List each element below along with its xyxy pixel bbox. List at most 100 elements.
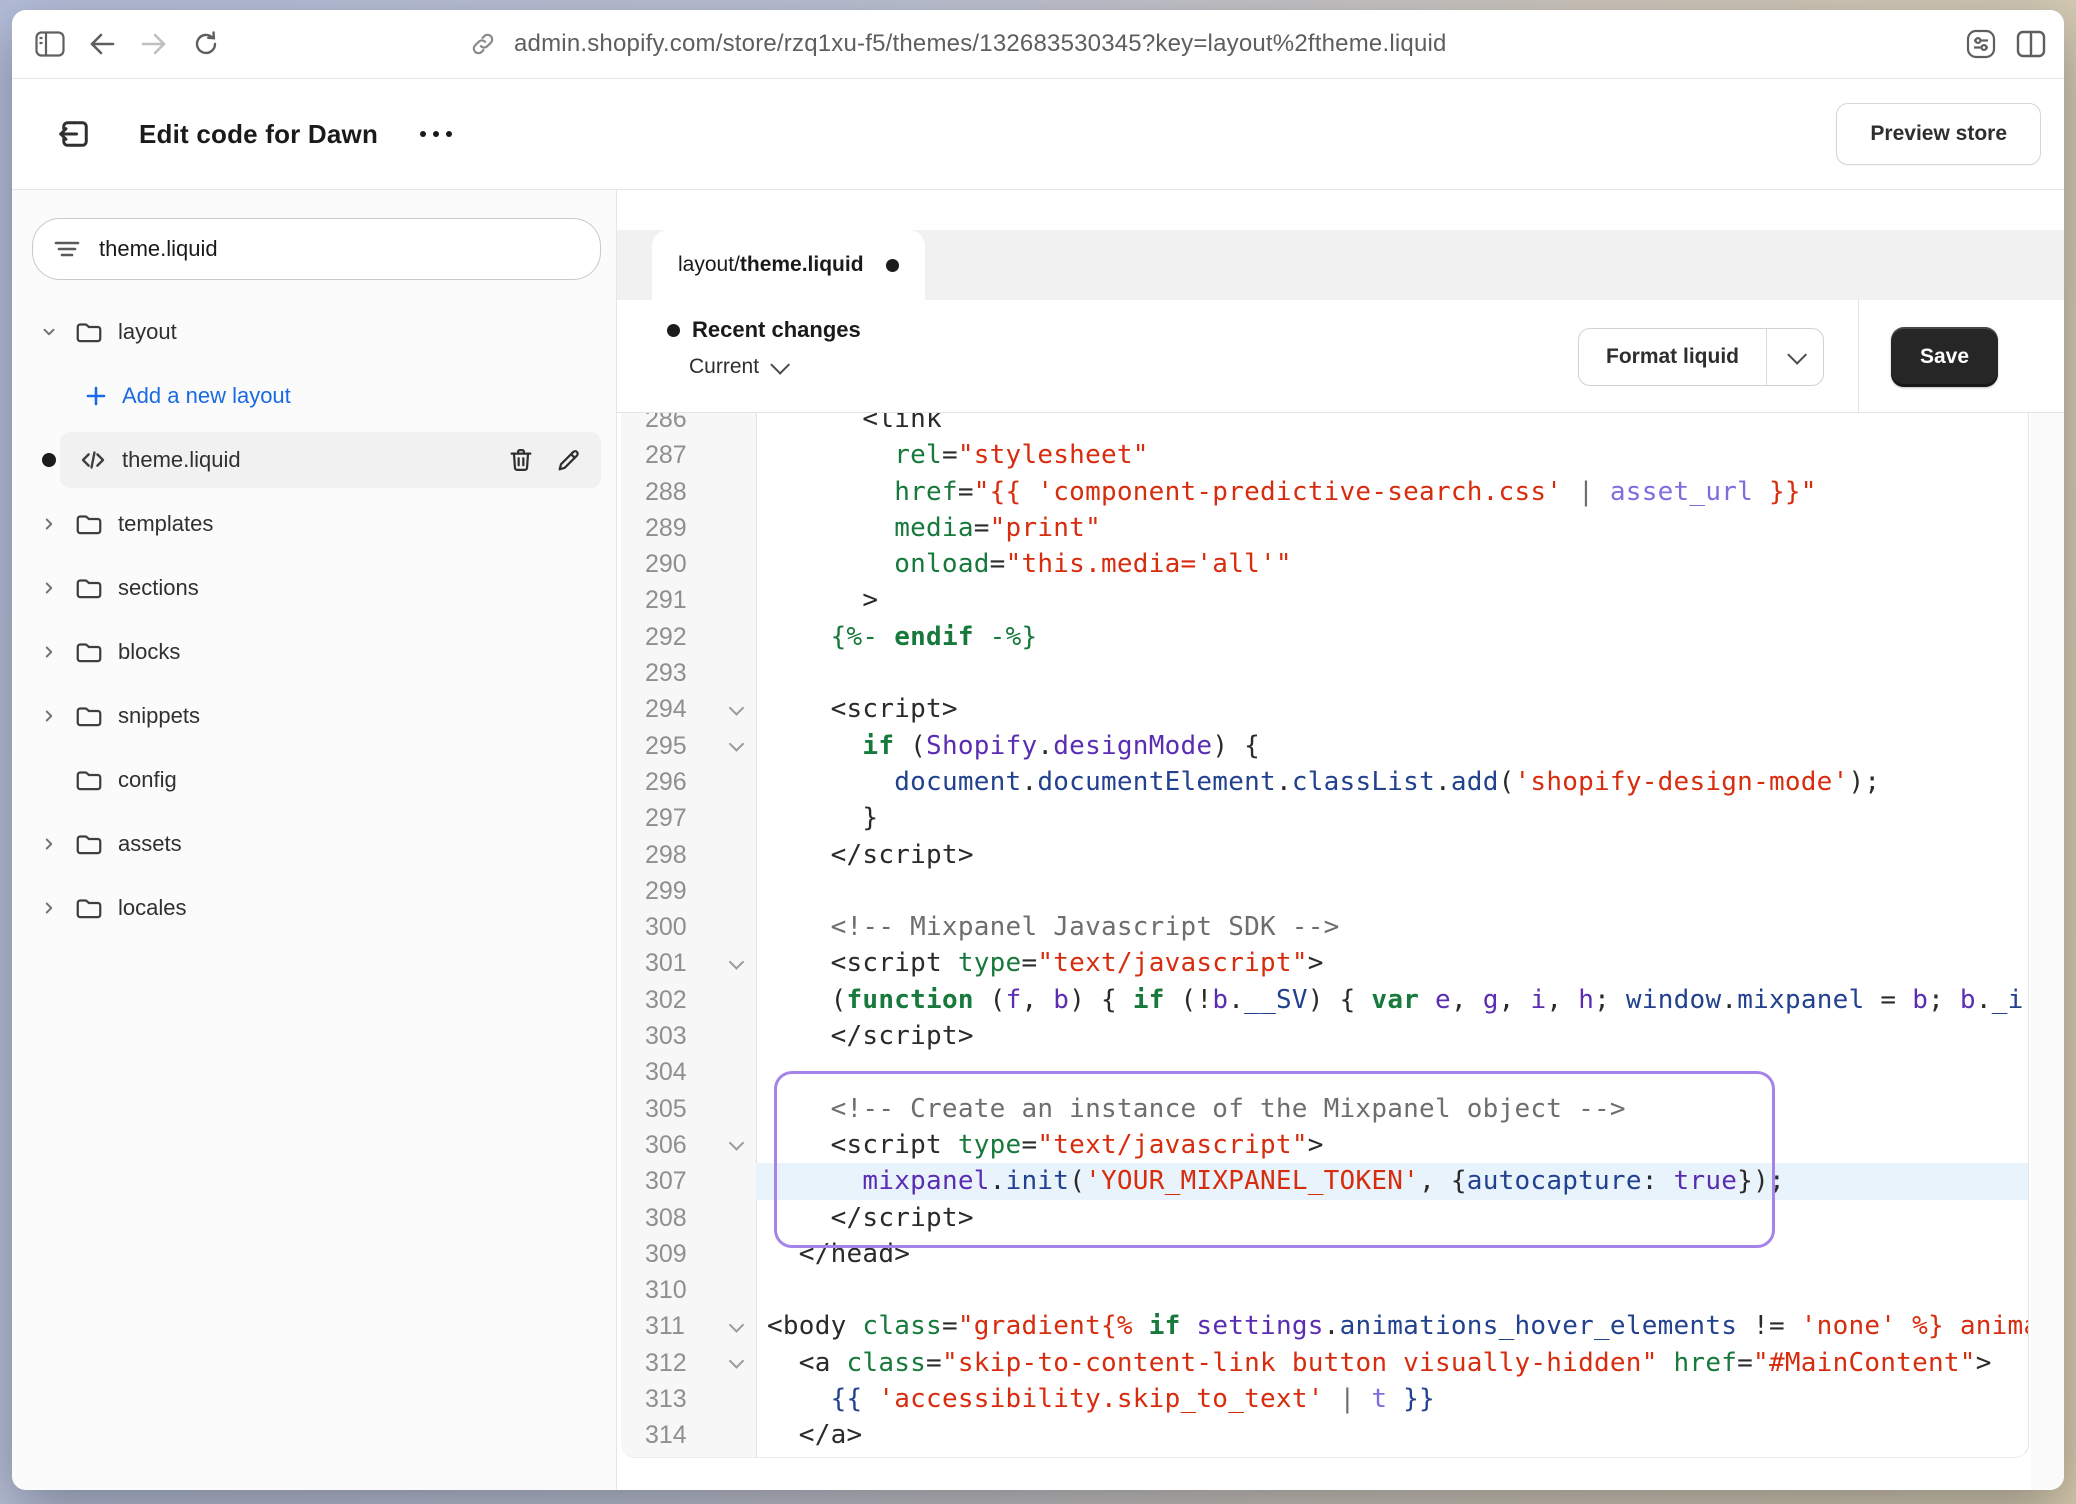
chevron-right-icon[interactable] (40, 835, 58, 853)
code-line-295[interactable]: 295 if (Shopify.designMode) { (621, 728, 2028, 764)
file-search[interactable] (32, 218, 601, 280)
code-line-302[interactable]: 302 (function (f, b) { if (!b.__SV) { va… (621, 982, 2028, 1018)
code-line-306[interactable]: 306 <script type="text/javascript"> (621, 1127, 2028, 1163)
overflow-menu-icon[interactable] (420, 131, 452, 137)
exit-icon[interactable] (55, 114, 95, 154)
code-line-292[interactable]: 292 {%- endif -%} (621, 619, 2028, 655)
code-line-312[interactable]: 312 <a class="skip-to-content-link butto… (621, 1345, 2028, 1381)
code-line-290[interactable]: 290 onload="this.media='all'" (621, 546, 2028, 582)
file-item-theme.liquid[interactable]: theme.liquid (12, 432, 601, 488)
code-line-309[interactable]: 309 </head> (621, 1236, 2028, 1272)
code-line-310[interactable]: 310 (621, 1272, 2028, 1308)
line-number[interactable]: 301 (621, 945, 756, 981)
code-line-299[interactable]: 299 (621, 873, 2028, 909)
line-number[interactable]: 299 (621, 873, 756, 909)
line-number[interactable]: 295 (621, 728, 756, 764)
chevron-right-icon[interactable] (40, 643, 58, 661)
line-number[interactable]: 296 (621, 764, 756, 800)
line-number[interactable]: 289 (621, 510, 756, 546)
add-layout-action[interactable]: Add a new layout (12, 368, 601, 424)
line-number[interactable]: 311 (621, 1308, 756, 1344)
code-line-287[interactable]: 287 rel="stylesheet" (621, 437, 2028, 473)
line-number[interactable]: 294 (621, 691, 756, 727)
line-number[interactable]: 308 (621, 1200, 756, 1236)
code-line-314[interactable]: 314 </a> (621, 1417, 2028, 1453)
page-settings-icon[interactable] (1964, 27, 1998, 61)
line-number[interactable]: 297 (621, 800, 756, 836)
tab-theme-liquid[interactable]: layout/theme.liquid (652, 230, 925, 300)
split-view-icon[interactable] (2014, 27, 2048, 61)
code-line-313[interactable]: 313 {{ 'accessibility.skip_to_text' | t … (621, 1381, 2028, 1417)
line-number[interactable]: 305 (621, 1091, 756, 1127)
line-number[interactable]: 309 (621, 1236, 756, 1272)
code-line-303[interactable]: 303 </script> (621, 1018, 2028, 1054)
line-number[interactable]: 312 (621, 1345, 756, 1381)
trash-icon[interactable] (507, 446, 535, 474)
line-number[interactable]: 314 (621, 1417, 756, 1453)
folder-item-config[interactable]: config (12, 752, 601, 808)
line-number[interactable]: 300 (621, 909, 756, 945)
code-line-298[interactable]: 298 </script> (621, 837, 2028, 873)
forward-icon[interactable] (137, 27, 171, 61)
line-number[interactable]: 310 (621, 1272, 756, 1308)
version-selector[interactable]: Current (689, 355, 861, 379)
folder-item-locales[interactable]: locales (12, 880, 601, 936)
line-number[interactable]: 304 (621, 1054, 756, 1090)
line-number[interactable]: 298 (621, 837, 756, 873)
search-input[interactable] (97, 235, 580, 263)
code-line-286[interactable]: 286 <link (621, 413, 2028, 437)
reload-icon[interactable] (189, 27, 223, 61)
code-line-301[interactable]: 301 <script type="text/javascript"> (621, 945, 2028, 981)
chevron-right-icon[interactable] (40, 579, 58, 597)
line-number[interactable]: 290 (621, 546, 756, 582)
fold-chevron[interactable] (729, 1317, 745, 1333)
folder-item-assets[interactable]: assets (12, 816, 601, 872)
code-line-311[interactable]: 311<body class="gradient{% if settings.a… (621, 1308, 2028, 1344)
line-number[interactable]: 303 (621, 1018, 756, 1054)
line-number[interactable]: 306 (621, 1127, 756, 1163)
format-liquid-button[interactable]: Format liquid (1578, 328, 1824, 386)
line-number[interactable]: 302 (621, 982, 756, 1018)
folder-item-layout[interactable]: layout (12, 304, 601, 360)
code-line-307[interactable]: 307 mixpanel.init('YOUR_MIXPANEL_TOKEN',… (621, 1163, 2028, 1199)
code-line-296[interactable]: 296 document.documentElement.classList.a… (621, 764, 2028, 800)
pencil-icon[interactable] (555, 446, 583, 474)
code-line-291[interactable]: 291 > (621, 582, 2028, 618)
code-line-297[interactable]: 297 } (621, 800, 2028, 836)
code-line-300[interactable]: 300 <!-- Mixpanel Javascript SDK --> (621, 909, 2028, 945)
save-button[interactable]: Save (1891, 327, 1998, 387)
line-number[interactable]: 287 (621, 437, 756, 473)
code-line-289[interactable]: 289 media="print" (621, 510, 2028, 546)
chevron-right-icon[interactable] (40, 899, 58, 917)
code-line-305[interactable]: 305 <!-- Create an instance of the Mixpa… (621, 1091, 2028, 1127)
chevron-right-icon[interactable] (40, 515, 58, 533)
folder-item-templates[interactable]: templates (12, 496, 601, 552)
folder-item-blocks[interactable]: blocks (12, 624, 601, 680)
preview-store-button[interactable]: Preview store (1836, 103, 2041, 165)
sidebar-toggle-icon[interactable] (33, 27, 67, 61)
line-number[interactable]: 288 (621, 474, 756, 510)
back-icon[interactable] (85, 27, 119, 61)
code-editor[interactable]: 286 <link287 rel="stylesheet"288 href="{… (621, 413, 2029, 1458)
line-number[interactable]: 293 (621, 655, 756, 691)
chevron-down-icon[interactable] (40, 323, 58, 341)
fold-chevron[interactable] (729, 1353, 745, 1369)
code-line-308[interactable]: 308 </script> (621, 1200, 2028, 1236)
fold-chevron[interactable] (729, 954, 745, 970)
line-number[interactable]: 291 (621, 582, 756, 618)
folder-item-snippets[interactable]: snippets (12, 688, 601, 744)
code-line-293[interactable]: 293 (621, 655, 2028, 691)
fold-chevron[interactable] (729, 736, 745, 752)
chevron-right-icon[interactable] (40, 707, 58, 725)
chevron-down-icon[interactable] (1766, 329, 1823, 385)
line-number[interactable]: 286 (621, 413, 756, 437)
line-number[interactable]: 313 (621, 1381, 756, 1417)
code-line-288[interactable]: 288 href="{{ 'component-predictive-searc… (621, 474, 2028, 510)
line-number[interactable]: 307 (621, 1163, 756, 1199)
url-text[interactable]: admin.shopify.com/store/rzq1xu-f5/themes… (514, 30, 1447, 58)
folder-item-sections[interactable]: sections (12, 560, 601, 616)
code-line-304[interactable]: 304 (621, 1054, 2028, 1090)
line-number[interactable]: 292 (621, 619, 756, 655)
fold-chevron[interactable] (729, 700, 745, 716)
fold-chevron[interactable] (729, 1135, 745, 1151)
